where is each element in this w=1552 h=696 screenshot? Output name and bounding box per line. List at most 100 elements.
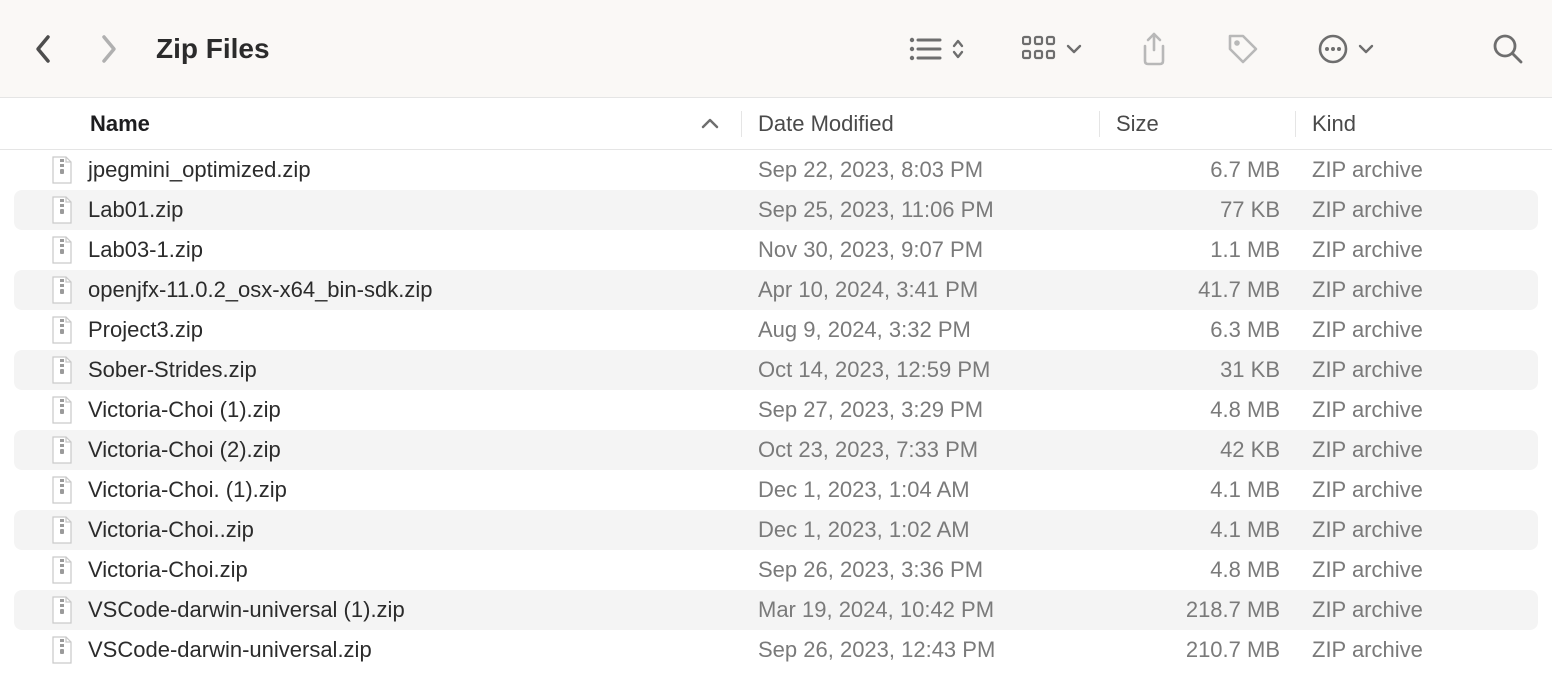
file-name: Project3.zip (88, 317, 203, 343)
column-header-date[interactable]: Date Modified (742, 111, 1100, 137)
zip-file-icon (50, 596, 74, 624)
column-header-name[interactable]: Name (0, 111, 742, 137)
sort-ascending-icon (701, 118, 719, 130)
file-row[interactable]: Project3.zipAug 9, 2024, 3:32 PM6.3 MBZI… (14, 310, 1538, 350)
file-date: Nov 30, 2023, 9:07 PM (742, 237, 1100, 263)
zip-file-icon (50, 196, 74, 224)
zip-file-icon (50, 356, 74, 384)
file-size: 6.3 MB (1100, 317, 1296, 343)
grid-group-icon (1022, 35, 1056, 63)
zip-file-icon (50, 556, 74, 584)
window-title: Zip Files (156, 33, 270, 65)
file-name-cell: Victoria-Choi (2).zip (14, 436, 742, 464)
zip-file-icon (50, 156, 74, 184)
file-date: Mar 19, 2024, 10:42 PM (742, 597, 1100, 623)
file-kind: ZIP archive (1296, 237, 1538, 263)
file-kind: ZIP archive (1296, 197, 1538, 223)
file-date: Sep 27, 2023, 3:29 PM (742, 397, 1100, 423)
zip-file-icon (50, 236, 74, 264)
file-kind: ZIP archive (1296, 517, 1538, 543)
search-button[interactable] (1492, 33, 1524, 65)
file-date: Oct 23, 2023, 7:33 PM (742, 437, 1100, 463)
share-button[interactable] (1140, 32, 1168, 66)
file-name-cell: VSCode-darwin-universal (1).zip (14, 596, 742, 624)
file-name-cell: Lab01.zip (14, 196, 742, 224)
file-size: 41.7 MB (1100, 277, 1296, 303)
column-header-name-label: Name (90, 111, 150, 137)
file-kind: ZIP archive (1296, 357, 1538, 383)
file-name-cell: VSCode-darwin-universal.zip (14, 636, 742, 664)
file-kind: ZIP archive (1296, 437, 1538, 463)
file-size: 4.1 MB (1100, 517, 1296, 543)
file-date: Sep 26, 2023, 12:43 PM (742, 637, 1100, 663)
file-name-cell: Lab03-1.zip (14, 236, 742, 264)
file-name-cell: Sober-Strides.zip (14, 356, 742, 384)
file-name: Victoria-Choi..zip (88, 517, 254, 543)
view-list-button[interactable] (908, 36, 964, 62)
file-name-cell: Project3.zip (14, 316, 742, 344)
file-row[interactable]: jpegmini_optimized.zip Sep 22, 2023, 8:03… (14, 150, 1538, 190)
column-header-kind[interactable]: Kind (1296, 111, 1552, 137)
file-list: jpegmini_optimized.zip Sep 22, 2023, 8:03… (0, 150, 1552, 670)
file-name-cell: Victoria-Choi. (1).zip (14, 476, 742, 504)
tags-button[interactable] (1226, 32, 1260, 66)
file-row[interactable]: Victoria-Choi (2).zip Oct 23, 2023, 7:33 … (14, 430, 1538, 470)
file-size: 4.1 MB (1100, 477, 1296, 503)
file-name: Victoria-Choi (1).zip (88, 397, 281, 423)
file-date: Dec 1, 2023, 1:04 AM (742, 477, 1100, 503)
file-row[interactable]: Victoria-Choi. (1).zipDec 1, 2023, 1:04 … (14, 470, 1538, 510)
zip-file-icon (50, 476, 74, 504)
group-button[interactable] (1022, 35, 1082, 63)
column-header-size[interactable]: Size (1100, 111, 1296, 137)
zip-file-icon (50, 396, 74, 424)
file-row[interactable]: Victoria-Choi.zipSep 26, 2023, 3:36 PM4.… (14, 550, 1538, 590)
chevron-down-icon (1358, 43, 1374, 55)
file-row[interactable]: Sober-Strides.zipOct 14, 2023, 12:59 PM3… (14, 350, 1538, 390)
nav-group (28, 34, 124, 64)
file-name: Victoria-Choi.zip (88, 557, 248, 583)
file-kind: ZIP archive (1296, 557, 1538, 583)
file-size: 210.7 MB (1100, 637, 1296, 663)
toolbar: Zip Files (0, 0, 1552, 98)
file-size: 4.8 MB (1100, 397, 1296, 423)
column-header-row: Name Date Modified Size Kind (0, 98, 1552, 150)
file-name: Lab03-1.zip (88, 237, 203, 263)
file-name: Lab01.zip (88, 197, 183, 223)
file-row[interactable]: Lab03-1.zipNov 30, 2023, 9:07 PM1.1 MBZI… (14, 230, 1538, 270)
file-name-cell: Victoria-Choi (1).zip (14, 396, 742, 424)
file-date: Oct 14, 2023, 12:59 PM (742, 357, 1100, 383)
file-size: 77 KB (1100, 197, 1296, 223)
file-name: openjfx-11.0.2_osx-x64_bin-sdk.zip (88, 277, 432, 303)
up-down-icon (952, 38, 964, 60)
ellipsis-circle-icon (1318, 34, 1348, 64)
action-menu-button[interactable] (1318, 34, 1374, 64)
forward-button[interactable] (94, 34, 124, 64)
file-kind: ZIP archive (1296, 597, 1538, 623)
file-size: 6.7 MB (1100, 157, 1296, 183)
file-name-cell: openjfx-11.0.2_osx-x64_bin-sdk.zip (14, 276, 742, 304)
file-kind: ZIP archive (1296, 317, 1538, 343)
file-date: Apr 10, 2024, 3:41 PM (742, 277, 1100, 303)
file-size: 218.7 MB (1100, 597, 1296, 623)
file-row[interactable]: VSCode-darwin-universal.zip Sep 26, 2023,… (14, 630, 1538, 670)
list-icon (908, 36, 942, 62)
file-kind: ZIP archive (1296, 277, 1538, 303)
file-row[interactable]: VSCode-darwin-universal (1).zipMar 19, 2… (14, 590, 1538, 630)
file-kind: ZIP archive (1296, 397, 1538, 423)
file-row[interactable]: Lab01.zipSep 25, 2023, 11:06 PM77 KBZIP … (14, 190, 1538, 230)
file-name: VSCode-darwin-universal.zip (88, 637, 372, 663)
file-row[interactable]: Victoria-Choi (1).zip Sep 27, 2023, 3:29 … (14, 390, 1538, 430)
file-name: Victoria-Choi (2).zip (88, 437, 281, 463)
file-row[interactable]: openjfx-11.0.2_osx-x64_bin-sdk.zip Apr 10… (14, 270, 1538, 310)
file-name: jpegmini_optimized.zip (88, 157, 311, 183)
file-kind: ZIP archive (1296, 477, 1538, 503)
file-name-cell: jpegmini_optimized.zip (14, 156, 742, 184)
file-size: 42 KB (1100, 437, 1296, 463)
share-icon (1140, 32, 1168, 66)
file-date: Sep 22, 2023, 8:03 PM (742, 157, 1100, 183)
file-size: 31 KB (1100, 357, 1296, 383)
file-date: Sep 26, 2023, 3:36 PM (742, 557, 1100, 583)
back-button[interactable] (28, 34, 58, 64)
tag-icon (1226, 32, 1260, 66)
file-row[interactable]: Victoria-Choi..zipDec 1, 2023, 1:02 AM4.… (14, 510, 1538, 550)
